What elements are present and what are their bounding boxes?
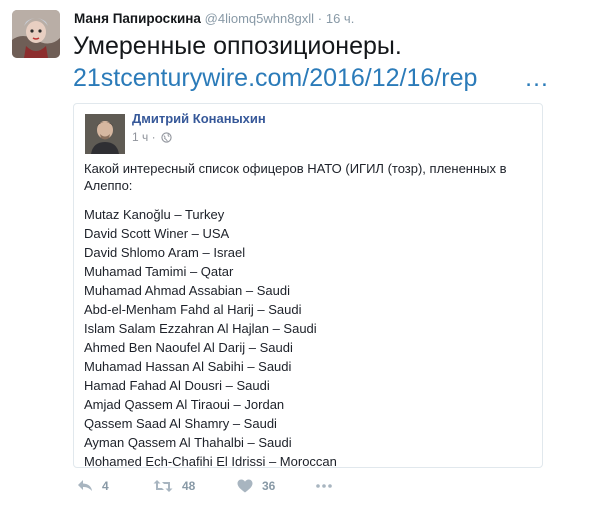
reply-button[interactable]: 4 (77, 479, 109, 493)
list-item: David Scott Winer – USA (84, 226, 230, 241)
tweet-header: Маня Папироскина @4liomq5whn8gxll · 16 ч… (74, 11, 354, 27)
retweet-count: 48 (182, 479, 196, 493)
tweet-actions: 4 48 36 (77, 479, 377, 499)
tweet: Маня Папироскина @4liomq5whn8gxll · 16 ч… (0, 0, 601, 509)
list-item: David Shlomo Aram – Israel (84, 245, 246, 260)
fb-post-intro: Какой интересный список офицеров НАТО (И… (84, 161, 507, 193)
tweet-link-ellipsis[interactable]: … (524, 62, 549, 94)
fb-author-avatar[interactable] (85, 114, 125, 154)
fb-post-list: Mutaz Kanoğlu – Turkey David Scott Winer… (84, 205, 337, 468)
author-name[interactable]: Маня Папироскина (74, 11, 201, 26)
retweet-icon (153, 479, 173, 493)
header-separator: · (317, 11, 323, 26)
tweet-timestamp[interactable]: 16 ч. (326, 11, 354, 26)
list-item: Ayman Qassem Al Thahalbi – Saudi (84, 435, 292, 450)
reply-icon (77, 479, 93, 493)
fb-meta-separator: · (151, 130, 156, 144)
list-item: Amjad Qassem Al Tiraoui – Jordan (84, 397, 285, 412)
embedded-facebook-post[interactable]: Дмитрий Конаныхин 1 ч · Какой интересный… (73, 103, 543, 468)
more-icon (316, 484, 332, 488)
reply-count: 4 (102, 479, 109, 493)
list-item: Mohamed Ech-Chafihi El Idrissi – Morocca… (84, 454, 337, 468)
list-item: Abd-el-Menham Fahd al Harij – Saudi (84, 302, 302, 317)
retweet-button[interactable]: 48 (153, 479, 195, 493)
list-item: Mutaz Kanoğlu – Turkey (84, 207, 225, 222)
tweet-link[interactable]: 21stcenturywire.com/2016/12/16/rep (73, 62, 477, 94)
author-avatar[interactable] (12, 10, 60, 58)
fb-post-time[interactable]: 1 ч (132, 130, 148, 144)
like-count: 36 (262, 479, 276, 493)
list-item: Ahmed Ben Naoufel Al Darij – Saudi (84, 340, 293, 355)
more-button[interactable] (316, 484, 332, 488)
tweet-text: Умеренные оппозиционеры. 21stcenturywire… (73, 30, 477, 94)
list-item: Hamad Fahad Al Dousri – Saudi (84, 378, 270, 393)
list-item: Muhamad Hassan Al Sabihi – Saudi (84, 359, 292, 374)
fb-post-meta: 1 ч · (132, 130, 172, 146)
globe-icon (161, 132, 172, 146)
heart-icon (237, 479, 253, 493)
author-handle[interactable]: @4liomq5whn8gxll (205, 11, 314, 26)
fb-author-name[interactable]: Дмитрий Конаныхин (132, 111, 266, 126)
list-item: Muhamad Tamimi – Qatar (84, 264, 234, 279)
list-item: Muhamad Ahmad Assabian – Saudi (84, 283, 290, 298)
like-button[interactable]: 36 (237, 479, 275, 493)
list-item: Qassem Saad Al Shamry – Saudi (84, 416, 277, 431)
list-item: Islam Salam Ezzahran Al Hajlan – Saudi (84, 321, 317, 336)
tweet-text-line: Умеренные оппозиционеры. (73, 32, 402, 60)
